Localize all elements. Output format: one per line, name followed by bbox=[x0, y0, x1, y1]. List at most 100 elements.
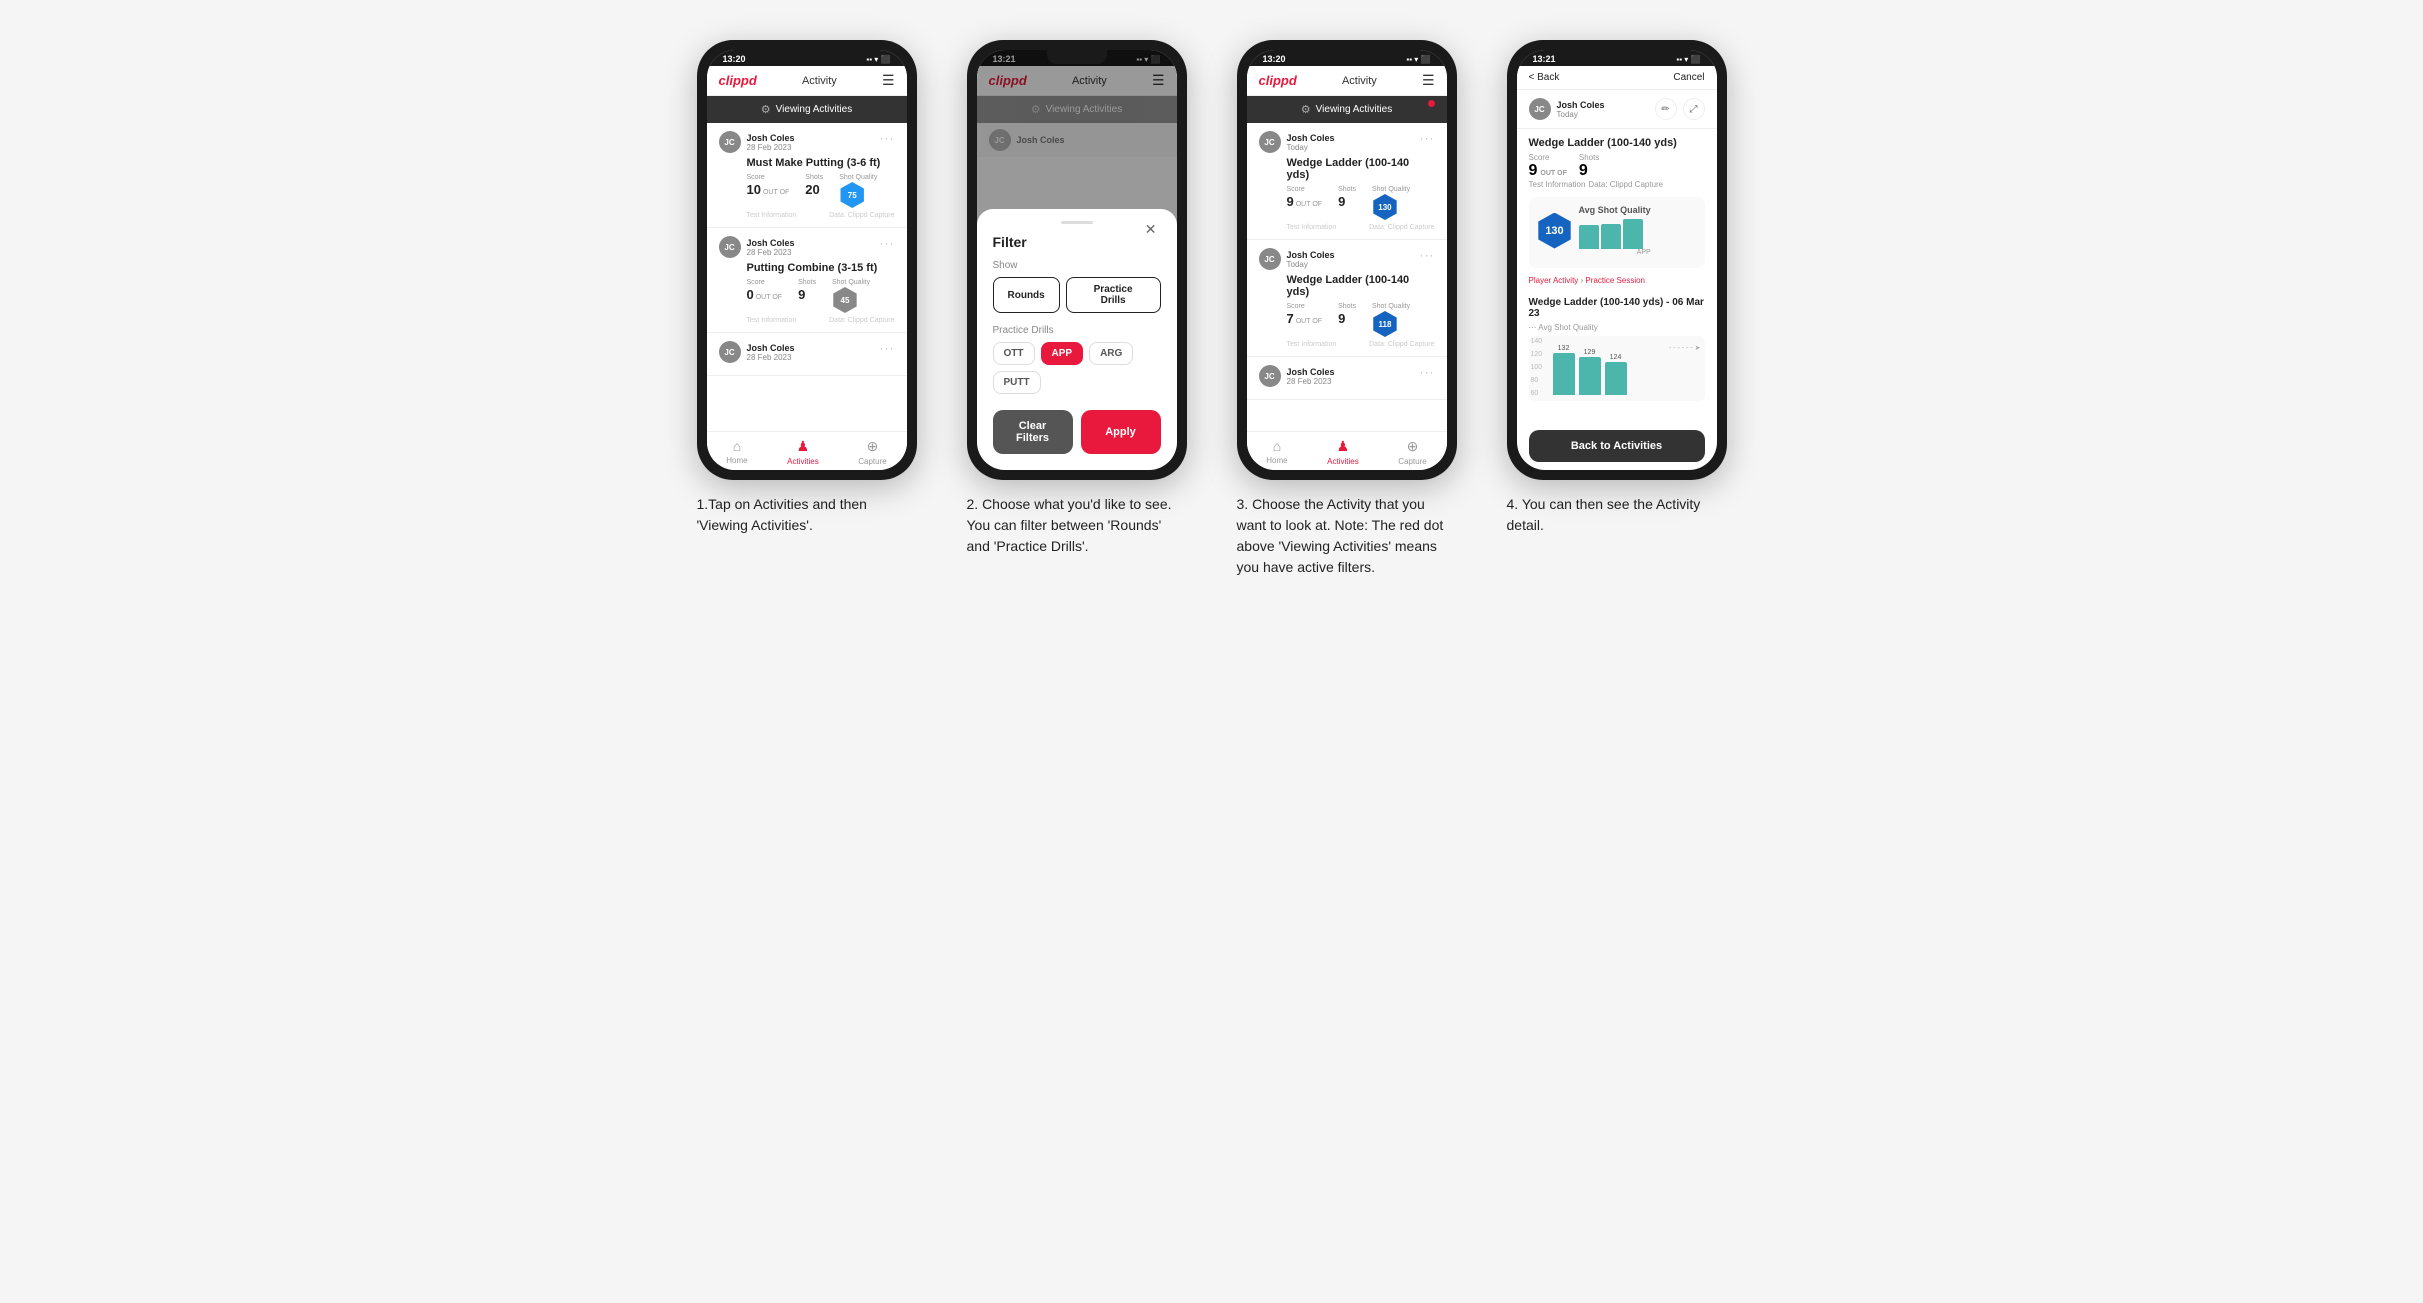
ott-btn[interactable]: OTT bbox=[993, 342, 1035, 365]
card-header-1-1: JC Josh Coles 28 Feb 2023 ··· bbox=[719, 131, 895, 153]
filter-type-buttons: Rounds Practice Drills bbox=[993, 277, 1161, 313]
back-to-activities-btn-4[interactable]: Back to Activities bbox=[1529, 430, 1705, 462]
avatar-1-2: JC bbox=[719, 236, 741, 258]
avg-quality-chart-4: 130 Avg Shot Quality APP bbox=[1529, 197, 1705, 268]
app-title-3: Activity bbox=[1342, 75, 1377, 87]
card-footer-1-1: Test Information Data: Clippd Capture bbox=[719, 212, 895, 219]
shots-label-3-2: Shots bbox=[1338, 303, 1356, 310]
activity-card-3-3[interactable]: JC Josh Coles 28 Feb 2023 ··· bbox=[1247, 357, 1447, 400]
cancel-link-4[interactable]: Cancel bbox=[1673, 72, 1704, 83]
caption-2: 2. Choose what you'd like to see. You ca… bbox=[967, 494, 1187, 557]
viewing-banner-1[interactable]: ⚙ Viewing Activities bbox=[707, 96, 907, 123]
user-date-3-1: Today bbox=[1287, 143, 1335, 152]
nav-capture-1[interactable]: ⊕ Capture bbox=[858, 438, 886, 466]
shots-group-4: Shots 9 bbox=[1579, 153, 1599, 180]
nav-activities-1[interactable]: ♟ Activities bbox=[787, 438, 819, 466]
nav-activities-3[interactable]: ♟ Activities bbox=[1327, 438, 1359, 466]
activity-card-3-2[interactable]: JC Josh Coles Today ··· Wedge Ladder (10… bbox=[1247, 240, 1447, 357]
back-link-4[interactable]: < Back bbox=[1529, 72, 1560, 83]
viewing-banner-text-3: Viewing Activities bbox=[1316, 104, 1393, 115]
shots-value-1-1: 20 bbox=[805, 182, 823, 197]
quality-chart-title-4: Avg Shot Quality bbox=[1579, 205, 1651, 215]
quality-hex-1-1: 75 bbox=[839, 182, 865, 208]
outof-1-1: OUT OF bbox=[763, 189, 789, 196]
phone-4-screen: 13:21 ▪▪ ▾ ⬛ < Back Cancel JC Josh Coles… bbox=[1517, 50, 1717, 470]
user-name-1-3: Josh Coles bbox=[747, 343, 795, 353]
footer-left-3-2: Test Information bbox=[1287, 341, 1337, 348]
score-block-3-1: Score 9 OUT OF bbox=[1287, 186, 1323, 220]
score-block-3-2: Score 7 OUT OF bbox=[1287, 303, 1323, 337]
dots-menu-1-1[interactable]: ··· bbox=[880, 131, 895, 145]
capture-label-4: Data: Clippd Capture bbox=[1588, 180, 1663, 189]
score-block-1-2: Score 0 OUT OF bbox=[747, 279, 783, 313]
expand-icon-4[interactable]: ⤢ bbox=[1683, 98, 1705, 120]
putt-btn[interactable]: PUTT bbox=[993, 371, 1041, 394]
arg-btn[interactable]: ARG bbox=[1089, 342, 1133, 365]
phone-4-notch bbox=[1587, 50, 1647, 64]
modal-close-btn[interactable]: ✕ bbox=[1145, 221, 1157, 238]
bar-1-4 bbox=[1579, 225, 1599, 249]
bottom-nav-3: ⌂ Home ♟ Activities ⊕ Capture bbox=[1247, 431, 1447, 470]
phone-3-section: 13:20 ▪▪ ▾ ⬛ clippd Activity ☰ ⚙ Viewing… bbox=[1227, 40, 1467, 578]
card-header-3-1: JC Josh Coles Today ··· bbox=[1259, 131, 1435, 153]
user-info-1-2: Josh Coles 28 Feb 2023 bbox=[747, 238, 795, 257]
viewing-banner-text-1: Viewing Activities bbox=[776, 104, 853, 115]
card-stats-3-1: Score 9 OUT OF Shots 9 bbox=[1259, 186, 1435, 220]
card-user-3-3: JC Josh Coles 28 Feb 2023 bbox=[1259, 365, 1335, 387]
nav-home-label-1: Home bbox=[726, 456, 747, 465]
edit-icon-4[interactable]: ✏ bbox=[1655, 98, 1677, 120]
hamburger-icon-3[interactable]: ☰ bbox=[1422, 72, 1435, 89]
rounds-btn[interactable]: Rounds bbox=[993, 277, 1060, 313]
session-name-4: Practice Session bbox=[1585, 276, 1645, 285]
score-block-1-1: Score 10 OUT OF bbox=[747, 174, 790, 208]
score-value-1-2: 0 OUT OF bbox=[747, 287, 783, 302]
phone-1-section: 13:20 ▪▪ ▾ ⬛ clippd Activity ☰ ⚙ Viewing… bbox=[687, 40, 927, 536]
activity-card-1-3[interactable]: JC Josh Coles 28 Feb 2023 ··· bbox=[707, 333, 907, 376]
activity-card-1-1[interactable]: JC Josh Coles 28 Feb 2023 ··· Must Make … bbox=[707, 123, 907, 228]
quality-block-1-2: Shot Quality 45 bbox=[832, 279, 870, 313]
hamburger-icon-1[interactable]: ☰ bbox=[882, 72, 895, 89]
filter-icon-3: ⚙ bbox=[1301, 103, 1311, 116]
home-icon-3: ⌂ bbox=[1273, 438, 1281, 454]
app-logo-3: clippd bbox=[1259, 73, 1297, 88]
dots-menu-1-3[interactable]: ··· bbox=[880, 341, 895, 355]
dots-menu-1-2[interactable]: ··· bbox=[880, 236, 895, 250]
outof-1-2: OUT OF bbox=[756, 294, 782, 301]
viewing-banner-3[interactable]: ⚙ Viewing Activities bbox=[1247, 96, 1447, 123]
avatar-3-3: JC bbox=[1259, 365, 1281, 387]
user-info-3-2: Josh Coles Today bbox=[1287, 250, 1335, 269]
shots-label-1-1: Shots bbox=[805, 174, 823, 181]
info-label-4: Test Information bbox=[1529, 180, 1586, 189]
phone-1-frame: 13:20 ▪▪ ▾ ⬛ clippd Activity ☰ ⚙ Viewing… bbox=[697, 40, 917, 480]
activity-card-1-2[interactable]: JC Josh Coles 28 Feb 2023 ··· Putting Co… bbox=[707, 228, 907, 333]
apply-btn[interactable]: Apply bbox=[1081, 410, 1161, 454]
user-name-1-2: Josh Coles bbox=[747, 238, 795, 248]
practice-drills-btn[interactable]: Practice Drills bbox=[1066, 277, 1161, 313]
practice-type-buttons: OTT APP ARG PUTT bbox=[993, 342, 1161, 394]
activity-card-3-1[interactable]: JC Josh Coles Today ··· Wedge Ladder (10… bbox=[1247, 123, 1447, 240]
shots-value-3-2: 9 bbox=[1338, 311, 1356, 326]
card-user-1-3: JC Josh Coles 28 Feb 2023 bbox=[719, 341, 795, 363]
user-date-1-2: 28 Feb 2023 bbox=[747, 248, 795, 257]
nav-activities-label-3: Activities bbox=[1327, 457, 1359, 466]
dots-menu-3-3[interactable]: ··· bbox=[1420, 365, 1435, 379]
bar-3-4 bbox=[1623, 219, 1643, 249]
drill-title-4: Wedge Ladder (100-140 yds) - 06 Mar 23 bbox=[1529, 297, 1705, 319]
quality-label-3-1: Shot Quality bbox=[1372, 186, 1410, 193]
footer-right-3-2: Data: Clippd Capture bbox=[1369, 341, 1434, 348]
capture-icon-1: ⊕ bbox=[867, 438, 879, 455]
card-stats-1-2: Score 0 OUT OF Shots 9 bbox=[719, 279, 895, 313]
footer-left-3-1: Test Information bbox=[1287, 224, 1337, 231]
nav-capture-3[interactable]: ⊕ Capture bbox=[1398, 438, 1426, 466]
quality-hex-3-2: 118 bbox=[1372, 311, 1398, 337]
dots-menu-3-1[interactable]: ··· bbox=[1420, 131, 1435, 145]
nav-home-1[interactable]: ⌂ Home bbox=[726, 438, 747, 466]
quality-label-3-2: Shot Quality bbox=[1372, 303, 1410, 310]
nav-home-3[interactable]: ⌂ Home bbox=[1266, 438, 1287, 466]
clear-filters-btn[interactable]: Clear Filters bbox=[993, 410, 1073, 454]
dots-menu-3-2[interactable]: ··· bbox=[1420, 248, 1435, 262]
red-dot-3 bbox=[1428, 100, 1435, 107]
footer-left-1-2: Test Information bbox=[747, 317, 797, 324]
app-btn[interactable]: APP bbox=[1041, 342, 1084, 365]
quality-label-1-2: Shot Quality bbox=[832, 279, 870, 286]
